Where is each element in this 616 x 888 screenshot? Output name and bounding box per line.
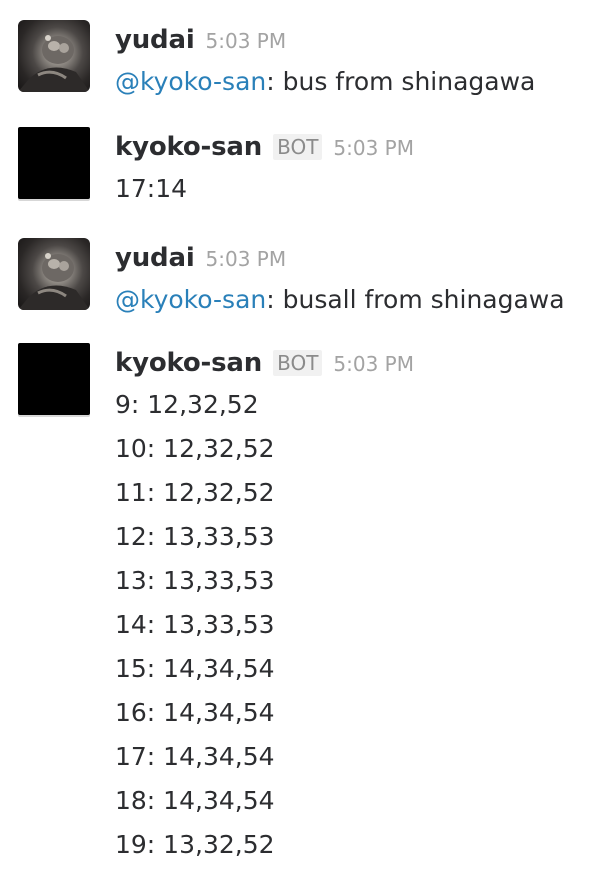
- mention-link[interactable]: @kyoko-san: [115, 67, 266, 96]
- message-header: yudai 5:03 PM: [115, 20, 616, 60]
- cat-photo-icon: [18, 253, 90, 310]
- schedule-line: 10: 12,32,52: [115, 434, 275, 463]
- message-text: @kyoko-san: bus from shinagawa: [115, 60, 616, 104]
- cat-photo-icon: [18, 35, 90, 92]
- timestamp[interactable]: 5:03 PM: [206, 247, 287, 271]
- bot-avatar[interactable]: [18, 127, 90, 199]
- schedule-line: 13: 13,33,53: [115, 566, 275, 595]
- message-header: yudai 5:03 PM: [115, 238, 616, 278]
- schedule-line: 9: 12,32,52: [115, 390, 259, 419]
- message-body: : bus from shinagawa: [266, 67, 536, 96]
- schedule-line: 11: 12,32,52: [115, 478, 275, 507]
- schedule-list: 9: 12,32,52 10: 12,32,52 11: 12,32,52 12…: [115, 383, 616, 867]
- message-header: kyoko-san BOT 5:03 PM: [115, 343, 616, 383]
- message-header: kyoko-san BOT 5:03 PM: [115, 127, 616, 167]
- schedule-line: 18: 14,34,54: [115, 786, 275, 815]
- bot-avatar[interactable]: [18, 343, 90, 415]
- username[interactable]: yudai: [115, 20, 195, 60]
- schedule-line: 19: 13,32,52: [115, 830, 275, 859]
- bot-badge: BOT: [273, 350, 323, 376]
- user-avatar[interactable]: [18, 238, 90, 310]
- message-body: 17:14: [115, 174, 188, 203]
- message-text: @kyoko-san: busall from shinagawa: [115, 278, 616, 322]
- message-body: : busall from shinagawa: [266, 285, 565, 314]
- schedule-line: 17: 14,34,54: [115, 742, 275, 771]
- message-list: yudai 5:03 PM @kyoko-san: bus from shina…: [0, 0, 616, 888]
- username[interactable]: kyoko-san: [115, 127, 262, 167]
- user-avatar[interactable]: [18, 20, 90, 92]
- mention-link[interactable]: @kyoko-san: [115, 285, 266, 314]
- username[interactable]: yudai: [115, 238, 195, 278]
- schedule-line: 12: 13,33,53: [115, 522, 275, 551]
- schedule-line: 14: 13,33,53: [115, 610, 275, 639]
- schedule-line: 15: 14,34,54: [115, 654, 275, 683]
- schedule-line: 16: 14,34,54: [115, 698, 275, 727]
- bot-badge: BOT: [273, 134, 323, 160]
- username[interactable]: kyoko-san: [115, 343, 262, 383]
- timestamp[interactable]: 5:03 PM: [206, 29, 287, 53]
- timestamp[interactable]: 5:03 PM: [333, 136, 414, 160]
- timestamp[interactable]: 5:03 PM: [333, 352, 414, 376]
